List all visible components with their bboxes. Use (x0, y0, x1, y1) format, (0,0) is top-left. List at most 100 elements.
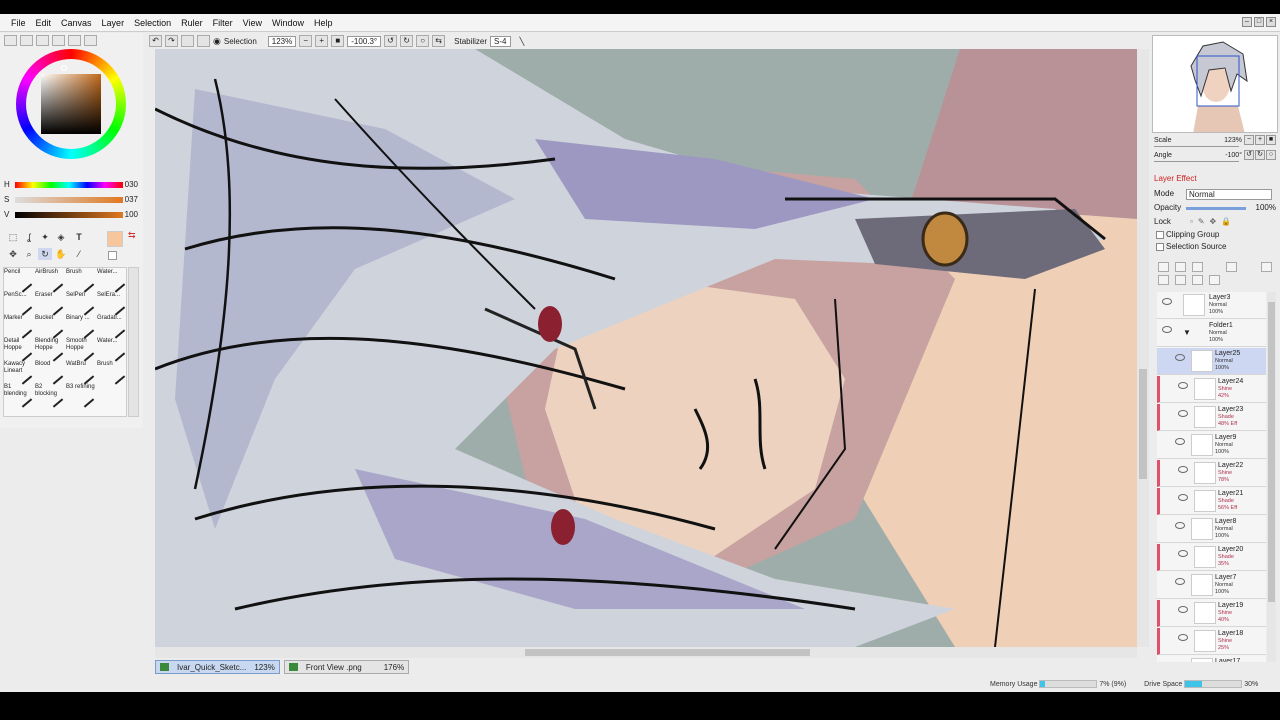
layer-row[interactable]: Layer7 Normal 100% (1157, 572, 1266, 599)
value-slider[interactable]: V 100 (4, 209, 140, 221)
horizontal-scroll-thumb[interactable] (525, 649, 810, 656)
saturation-value[interactable]: 037 (125, 195, 138, 204)
document-tab-front-view[interactable]: Front View .png 176% (283, 660, 410, 674)
zoom-reset-icon[interactable]: ■ (331, 35, 345, 47)
menu-canvas[interactable]: Canvas (56, 18, 97, 28)
visibility-eye-icon[interactable] (1178, 634, 1188, 641)
swatch-mode-icon[interactable] (84, 35, 97, 46)
new-layer-icon[interactable] (1158, 262, 1169, 272)
new-linework-layer-icon[interactable] (1175, 262, 1186, 272)
rotate-right-icon[interactable]: ↻ (400, 35, 414, 47)
angle-field[interactable]: -100.3° (347, 35, 382, 47)
scale-plus-icon[interactable]: + (1255, 135, 1265, 145)
visibility-eye-icon[interactable] (1178, 466, 1188, 473)
scale-slider[interactable] (1154, 146, 1239, 147)
brush-slot[interactable]: Pencil (4, 269, 35, 293)
document-tab-ivar[interactable]: Ivar_Quick_Sketc... 123% (155, 660, 280, 674)
saturation-value-square[interactable] (41, 74, 101, 134)
delete-layer-icon[interactable] (1209, 275, 1220, 285)
brush-slot[interactable]: B2 blocking (35, 384, 66, 408)
layer-row[interactable]: Layer8 Normal 100% (1157, 516, 1266, 543)
brush-slot[interactable]: B1 blending (4, 384, 35, 408)
rotate-reset-icon[interactable]: ○ (416, 35, 430, 47)
visibility-eye-icon[interactable] (1178, 606, 1188, 613)
layer-row[interactable]: Layer17 (1157, 656, 1266, 662)
clipping-group-checkbox[interactable]: Clipping Group (1156, 230, 1276, 241)
visibility-eye-icon[interactable] (1162, 298, 1172, 305)
vertical-scroll-thumb[interactable] (1139, 369, 1147, 479)
color-wheel[interactable] (16, 49, 126, 159)
zoom-field[interactable]: 123% (267, 35, 297, 47)
opacity-slider[interactable] (1186, 207, 1246, 210)
brush-slot[interactable]: Brush (66, 269, 97, 293)
blend-mode-select[interactable]: Normal (1186, 189, 1272, 200)
secondary-color-swatch[interactable] (108, 251, 117, 260)
brush-slot[interactable]: B3 refining (66, 384, 97, 408)
invert-selection-icon[interactable] (197, 35, 210, 47)
minimize-icon[interactable]: – (1242, 17, 1252, 27)
zoom-icon[interactable]: ⌕ (22, 248, 36, 260)
bucket-icon[interactable]: ◈ (54, 231, 68, 243)
stabilizer-select[interactable]: S-4 (490, 35, 511, 47)
menu-edit[interactable]: Edit (31, 18, 57, 28)
layer-row[interactable]: Layer25 Normal 100% (1157, 348, 1266, 375)
value-bar[interactable] (15, 212, 123, 218)
visibility-eye-icon[interactable] (1178, 410, 1188, 417)
close-icon[interactable]: × (1266, 17, 1276, 27)
color-wheel-mode-icon[interactable] (4, 35, 17, 46)
visibility-eye-icon[interactable] (1175, 438, 1185, 445)
hue-value[interactable]: 030 (125, 180, 138, 189)
text-icon[interactable]: T (72, 231, 86, 243)
current-color-swatch[interactable] (107, 231, 123, 247)
layer-row[interactable]: Layer22 Shine 78% (1157, 460, 1266, 487)
clear-layer-icon[interactable] (1192, 275, 1203, 285)
menu-view[interactable]: View (238, 18, 267, 28)
brush-slot[interactable]: WatBru (66, 361, 97, 385)
brush-slot[interactable]: Detail Hoppe (4, 338, 35, 362)
palette-mode-icon[interactable] (52, 35, 65, 46)
saturation-bar[interactable] (15, 197, 123, 203)
deselect-icon[interactable] (181, 35, 194, 47)
brush-slot[interactable]: Binary ... (66, 315, 97, 339)
color-picker-cursor[interactable] (61, 65, 67, 71)
canvas-horizontal-scrollbar[interactable] (155, 647, 1137, 658)
visibility-eye-icon[interactable] (1178, 550, 1188, 557)
canvas-vertical-scrollbar[interactable] (1137, 49, 1149, 647)
zoom-in-icon[interactable]: + (315, 35, 329, 47)
menu-selection[interactable]: Selection (129, 18, 176, 28)
visibility-eye-icon[interactable] (1178, 382, 1188, 389)
line-icon[interactable]: ╲ (520, 37, 525, 46)
brush-slot[interactable]: AirBrush (35, 269, 66, 293)
brush-slot[interactable]: Smooth Hoppe (66, 338, 97, 362)
eye-icon[interactable]: ◉ (213, 36, 221, 47)
visibility-eye-icon[interactable] (1175, 522, 1185, 529)
layer-row[interactable]: Layer24 Shine 42% (1157, 376, 1266, 403)
layer-effect-header[interactable]: Layer Effect (1152, 172, 1278, 185)
lasso-icon[interactable]: ʆ (22, 231, 36, 243)
visibility-eye-icon[interactable] (1178, 494, 1188, 501)
layer-row[interactable]: Layer23 Shade 48% Eff (1157, 404, 1266, 431)
value-value[interactable]: 100 (125, 210, 138, 219)
menu-layer[interactable]: Layer (97, 18, 130, 28)
eyedropper-icon[interactable]: ⁄ (72, 248, 86, 260)
layer-row[interactable]: Layer3 Normal 100% (1157, 292, 1266, 319)
brush-slot[interactable]: Bucket (35, 315, 66, 339)
layer-row[interactable]: Layer20 Shade 35% (1157, 544, 1266, 571)
angle-reset-icon[interactable]: ○ (1266, 150, 1276, 160)
scale-reset-icon[interactable]: ■ (1266, 135, 1276, 145)
merge-down-icon[interactable] (1175, 275, 1186, 285)
menu-filter[interactable]: Filter (208, 18, 238, 28)
selection-source-checkbox[interactable]: Selection Source (1156, 242, 1276, 253)
brush-slot[interactable]: Kawacy Lineart (4, 361, 35, 385)
new-folder-icon[interactable] (1192, 262, 1203, 272)
menu-help[interactable]: Help (309, 18, 338, 28)
drawing-canvas[interactable] (155, 49, 1137, 647)
brush-slot[interactable]: Brush (97, 361, 128, 385)
magic-wand-icon[interactable]: ✦ (38, 231, 52, 243)
lock-options-icon[interactable]: ▫✎✥🔒 (1190, 217, 1236, 226)
brush-slot[interactable]: PenSc... (4, 292, 35, 316)
layer-row[interactable]: Layer21 Shade 56% Eff (1157, 488, 1266, 515)
visibility-eye-icon[interactable] (1175, 578, 1185, 585)
menu-window[interactable]: Window (267, 18, 309, 28)
undo-icon[interactable]: ↶ (149, 35, 162, 47)
